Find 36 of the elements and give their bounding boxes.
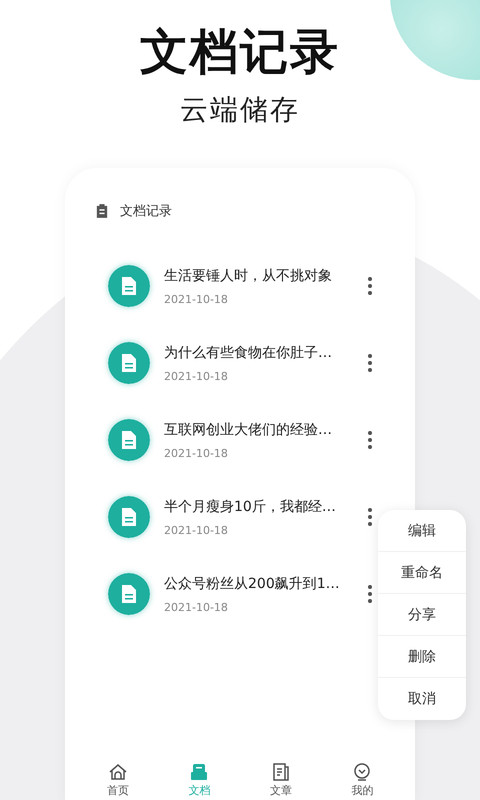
document-date: 2021-10-18 (164, 292, 229, 306)
page-subheading: 云端储存 (180, 92, 300, 128)
document-icon (108, 573, 150, 615)
document-icon (108, 496, 150, 538)
profile-icon (352, 762, 372, 782)
document-icon (108, 342, 150, 384)
page-heading: 文档记录 (140, 23, 340, 82)
more-icon[interactable] (367, 507, 373, 527)
inbox-icon (189, 762, 210, 782)
card-title: 文档记录 (120, 203, 172, 220)
more-icon[interactable] (367, 276, 373, 296)
menu-item[interactable]: 取消 (378, 678, 466, 720)
more-icon[interactable] (367, 430, 373, 450)
menu-item[interactable]: 重命名 (378, 552, 466, 594)
menu-item[interactable]: 删除 (378, 636, 466, 678)
document-title[interactable]: 为什么有些食物在你肚子… (164, 344, 354, 362)
tab[interactable]: 首页 (98, 762, 137, 798)
more-icon[interactable] (367, 584, 373, 604)
clipboard-icon (96, 203, 108, 219)
document-title[interactable]: 公众号粉丝从200飙升到1… (164, 574, 354, 592)
document-date: 2021-10-18 (164, 524, 229, 536)
tab[interactable]: 文章 (262, 762, 300, 798)
menu-item[interactable]: 分享 (378, 594, 466, 636)
menu-item[interactable]: 编辑 (378, 510, 466, 552)
document-title[interactable]: 互联网创业大佬们的经验… (164, 420, 354, 438)
document-icon (108, 419, 150, 461)
document-title[interactable]: 生活要锤人时，从不挑对象 (164, 266, 354, 284)
document-title[interactable]: 半个月瘦身10斤，我都经… (164, 498, 354, 516)
document-icon (108, 265, 150, 307)
tab[interactable]: 我的 (343, 762, 382, 798)
document-icon (270, 762, 291, 782)
document-date: 2021-10-18 (164, 370, 229, 382)
document-date: 2021-10-18 (164, 446, 229, 460)
document-date: 2021-10-18 (164, 600, 229, 614)
home-icon (108, 762, 128, 782)
more-icon[interactable] (367, 353, 373, 373)
